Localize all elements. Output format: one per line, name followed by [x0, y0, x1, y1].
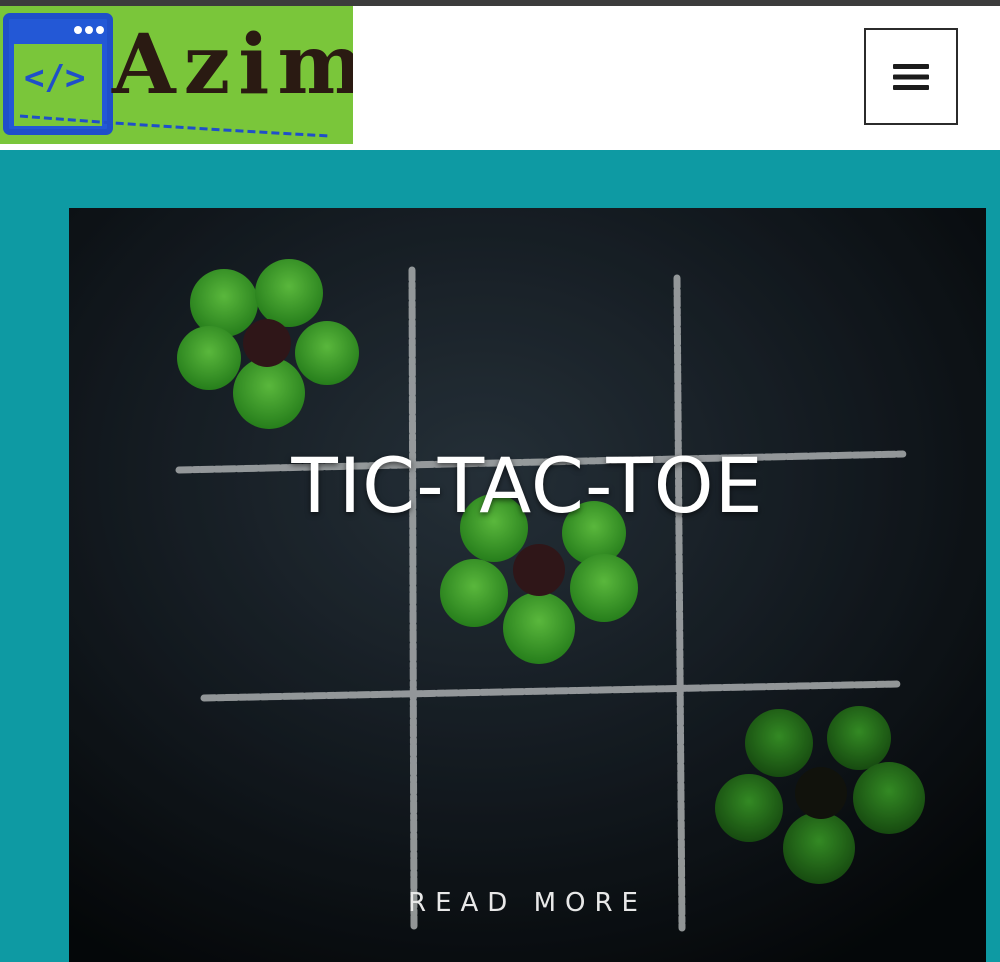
site-header: </> Azim [0, 6, 1000, 150]
read-more-link[interactable]: READ MORE [69, 888, 986, 918]
post-card[interactable]: TIC-TAC-TOE READ MORE [69, 208, 986, 962]
hamburger-menu-icon [893, 63, 929, 90]
post-title[interactable]: TIC-TAC-TOE [69, 440, 986, 531]
logo-code-symbol: </> [24, 58, 86, 98]
logo-text: Azim [112, 17, 353, 113]
menu-toggle-button[interactable] [864, 28, 958, 125]
site-logo[interactable]: </> Azim [0, 6, 353, 144]
post-featured-image [69, 208, 986, 962]
